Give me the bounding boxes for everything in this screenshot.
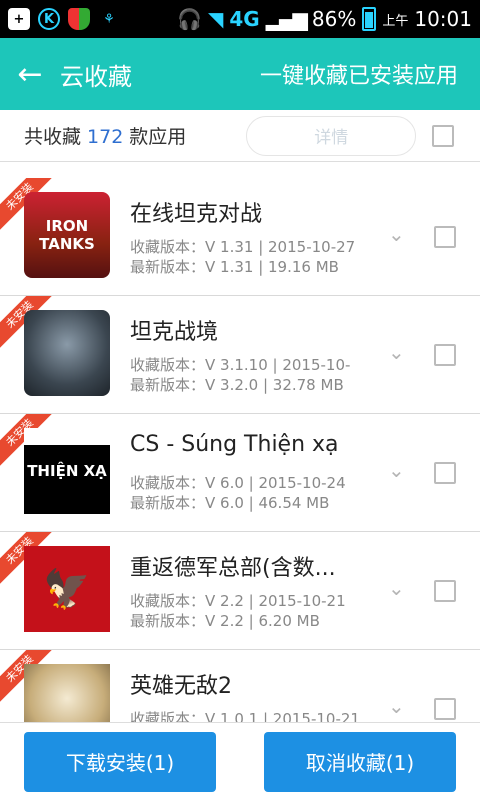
favorite-version: 收藏版本：V 6.0 | 2015-10-24	[130, 474, 346, 492]
item-checkbox[interactable]	[434, 344, 456, 366]
favorite-version: 收藏版本：V 3.1.10 | 2015-10-	[130, 356, 351, 374]
favorite-version: 收藏版本：V 1.0.1 | 2015-10-21	[130, 710, 360, 722]
status-bar: + K ⚘ 🎧 ◥ 4G ▂▄▆ 86% 上午 10:01	[0, 0, 480, 38]
app-name: CS - Súng Thiện xạ	[130, 432, 339, 457]
wifi-icon: ◥	[208, 7, 224, 31]
bottom-bar: 下载安装(1) 取消收藏(1)	[0, 722, 480, 800]
summary-text: 共收藏 172 款应用	[24, 126, 187, 148]
eagle-icon: 🦅	[43, 566, 91, 611]
app-header: ← 云收藏 一键收藏已安装应用	[0, 38, 480, 110]
latest-version: 最新版本：V 6.0 | 46.54 MB	[130, 494, 330, 512]
summary-bar: 共收藏 172 款应用 详情	[0, 110, 480, 162]
battery-percent: 86%	[311, 7, 357, 31]
favorite-version: 收藏版本：V 2.2 | 2015-10-21	[130, 592, 346, 610]
page-title: 云收藏	[60, 62, 132, 91]
app-icon-tank-war	[24, 310, 110, 396]
back-button[interactable]: ←	[0, 38, 60, 110]
item-checkbox[interactable]	[434, 580, 456, 602]
item-checkbox[interactable]	[434, 698, 456, 720]
app-name: 在线坦克对战	[130, 202, 263, 227]
app-name: 英雄无敌2	[130, 674, 232, 699]
headphones-icon: 🎧	[177, 7, 202, 31]
back-arrow-icon: ←	[17, 56, 43, 92]
shield-icon	[68, 8, 90, 30]
latest-version: 最新版本：V 3.2.0 | 32.78 MB	[130, 376, 344, 394]
download-install-button[interactable]: 下载安装(1)	[24, 731, 216, 792]
collect-installed-button[interactable]: 一键收藏已安装应用	[260, 58, 458, 90]
list-item[interactable]: 未安装 THIỆN XẠ CS - Súng Thiện xạ 收藏版本：V 6…	[0, 414, 480, 532]
signal-icon: ▂▄▆	[265, 7, 308, 31]
detail-button[interactable]: 详情	[246, 115, 417, 156]
select-all-checkbox[interactable]	[432, 125, 454, 147]
am-pm: 上午	[382, 13, 409, 29]
battery-icon	[362, 7, 377, 31]
chevron-down-icon[interactable]: ⌄	[388, 222, 410, 246]
network-type: 4G	[229, 7, 260, 31]
favorite-count: 172	[87, 126, 124, 148]
add-icon: +	[8, 8, 30, 30]
cancel-favorite-button[interactable]: 取消收藏(1)	[264, 731, 456, 792]
app-icon-wolfenstein: 🦅	[24, 546, 110, 632]
k-app-icon: K	[38, 8, 60, 30]
headset-mic-icon: ⚘	[103, 11, 115, 27]
chevron-down-icon[interactable]: ⌄	[388, 340, 410, 364]
list-item[interactable]: 未安装 坦克战境 收藏版本：V 3.1.10 | 2015-10- 最新版本：V…	[0, 296, 480, 414]
app-icon-iron-tanks: IRON TANKS	[24, 192, 110, 278]
favorite-version: 收藏版本：V 1.31 | 2015-10-27	[130, 238, 356, 256]
latest-version: 最新版本：V 1.31 | 19.16 MB	[130, 258, 339, 276]
chevron-down-icon[interactable]: ⌄	[388, 458, 410, 482]
app-name: 重返德军总部(含数...	[130, 556, 336, 581]
clock: 10:01	[414, 7, 472, 31]
app-icon-cs-thien-xa: THIỆN XẠ	[24, 428, 110, 514]
app-name: 坦克战境	[130, 320, 219, 345]
list-item[interactable]: 未安装 IRON TANKS 在线坦克对战 收藏版本：V 1.31 | 2015…	[0, 178, 480, 296]
chevron-down-icon[interactable]: ⌄	[388, 576, 410, 600]
latest-version: 最新版本：V 2.2 | 6.20 MB	[130, 612, 320, 630]
list-item[interactable]: 未安装 英雄无敌2 收藏版本：V 1.0.1 | 2015-10-21 ⌄	[0, 650, 480, 722]
app-icon-heroes-2	[24, 664, 110, 722]
app-list[interactable]: 未安装 IRON TANKS 在线坦克对战 收藏版本：V 1.31 | 2015…	[0, 178, 480, 722]
item-checkbox[interactable]	[434, 226, 456, 248]
item-checkbox[interactable]	[434, 462, 456, 484]
list-item[interactable]: 未安装 🦅 重返德军总部(含数... 收藏版本：V 2.2 | 2015-10-…	[0, 532, 480, 650]
chevron-down-icon[interactable]: ⌄	[388, 694, 410, 718]
